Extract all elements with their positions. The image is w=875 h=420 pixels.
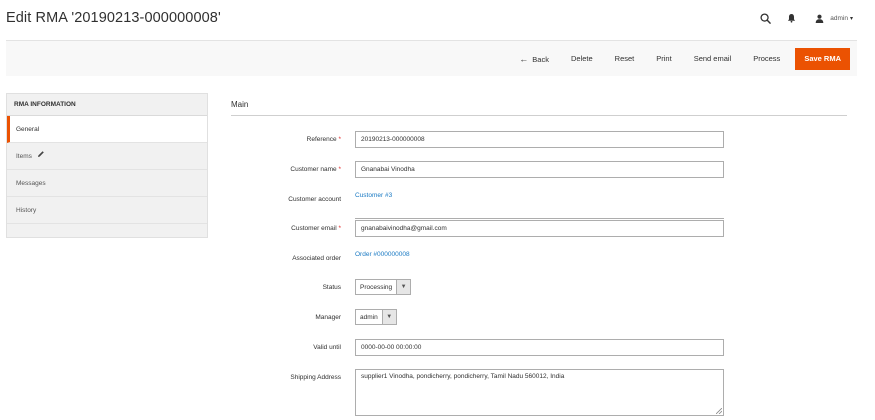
tabs-title: RMA INFORMATION: [7, 94, 207, 116]
status-label: Status: [322, 284, 341, 291]
associated-order-link[interactable]: Order #000000008: [355, 251, 410, 258]
save-rma-button[interactable]: Save RMA: [795, 48, 850, 70]
back-button[interactable]: ← Back: [508, 48, 560, 70]
tab-messages[interactable]: Messages: [7, 170, 207, 197]
customer-email-label: Customer email: [291, 225, 341, 232]
shipping-address-value: supplier1 Vinodha, pondicherry, pondiche…: [361, 373, 565, 380]
tab-messages-label: Messages: [16, 180, 46, 187]
tab-history[interactable]: History: [7, 197, 207, 224]
customer-account-link[interactable]: Customer #3: [355, 192, 392, 199]
reference-field: Reference 20190213-000000008: [231, 131, 724, 155]
page-actions: ← Back Delete Reset Print Send email Proc…: [508, 48, 850, 70]
status-field: Status Processing ▼: [231, 279, 724, 303]
shipping-address-label: Shipping Address: [290, 374, 341, 381]
process-button[interactable]: Process: [742, 48, 791, 70]
user-menu[interactable]: admin ▾: [811, 10, 853, 26]
customer-email-field: Customer email gnanabaivinodha@gmail.com: [231, 220, 724, 244]
chevron-down-icon: ▾: [849, 15, 853, 22]
send-email-button[interactable]: Send email: [683, 48, 743, 70]
page-title: Edit RMA '20190213-000000008': [6, 10, 221, 26]
bell-icon[interactable]: [783, 10, 799, 26]
associated-order-field: Associated order Order #000000008: [231, 250, 724, 274]
shipping-address-textarea[interactable]: supplier1 Vinodha, pondicherry, pondiche…: [355, 369, 724, 416]
status-select[interactable]: Processing ▼: [355, 279, 412, 295]
tab-items[interactable]: Items: [7, 143, 207, 170]
tab-general[interactable]: General: [7, 116, 207, 143]
manager-select-value: admin: [360, 313, 378, 321]
chevron-down-icon: ▼: [396, 280, 411, 294]
page-actions-bar: ← Back Delete Reset Print Send email Proc…: [6, 40, 857, 76]
arrow-left-icon: ←: [519, 54, 529, 64]
user-name: admin: [830, 14, 848, 22]
reference-label: Reference: [307, 136, 341, 143]
customer-account-label: Customer account: [288, 196, 341, 203]
customer-name-input[interactable]: Gnanabai Vinodha: [355, 161, 724, 178]
tab-items-label: Items: [16, 153, 32, 161]
header-tools: admin ▾: [757, 10, 853, 26]
chevron-down-icon: ▼: [381, 310, 396, 324]
customer-name-field: Customer name Gnanabai Vinodha: [231, 161, 724, 185]
valid-until-label: Valid until: [313, 344, 341, 351]
user-icon: [811, 10, 827, 26]
delete-button[interactable]: Delete: [560, 48, 604, 70]
resize-grip-icon[interactable]: [715, 407, 723, 415]
associated-order-label: Associated order: [292, 255, 341, 262]
tab-general-label: General: [16, 126, 40, 133]
print-button[interactable]: Print: [645, 48, 682, 70]
status-select-value: Processing: [360, 283, 393, 291]
shipping-address-field: Shipping Address supplier1 Vinodha, pond…: [231, 369, 724, 417]
customer-account-field: Customer account Customer #3: [231, 191, 724, 219]
reference-input[interactable]: 20190213-000000008: [355, 131, 724, 148]
customer-name-label: Customer name: [290, 166, 341, 173]
manager-select[interactable]: admin ▼: [355, 309, 397, 325]
tab-history-label: History: [16, 207, 37, 214]
pencil-icon: [37, 143, 45, 170]
rma-information-tabs: RMA INFORMATION General Items Messages H…: [6, 93, 208, 238]
section-title: Main: [231, 100, 847, 116]
valid-until-field: Valid until 0000-00-00 00:00:00: [231, 339, 724, 363]
customer-account-underline: [355, 200, 724, 219]
back-button-label: Back: [532, 55, 549, 64]
customer-email-input[interactable]: gnanabaivinodha@gmail.com: [355, 220, 724, 237]
manager-label: Manager: [315, 314, 341, 321]
page-header: Edit RMA '20190213-000000008' admin ▾: [0, 0, 875, 40]
manager-field: Manager admin ▼: [231, 309, 724, 333]
valid-until-input[interactable]: 0000-00-00 00:00:00: [355, 339, 724, 356]
reset-button[interactable]: Reset: [604, 48, 646, 70]
main-section: Main: [231, 100, 847, 116]
search-icon[interactable]: [757, 10, 773, 26]
